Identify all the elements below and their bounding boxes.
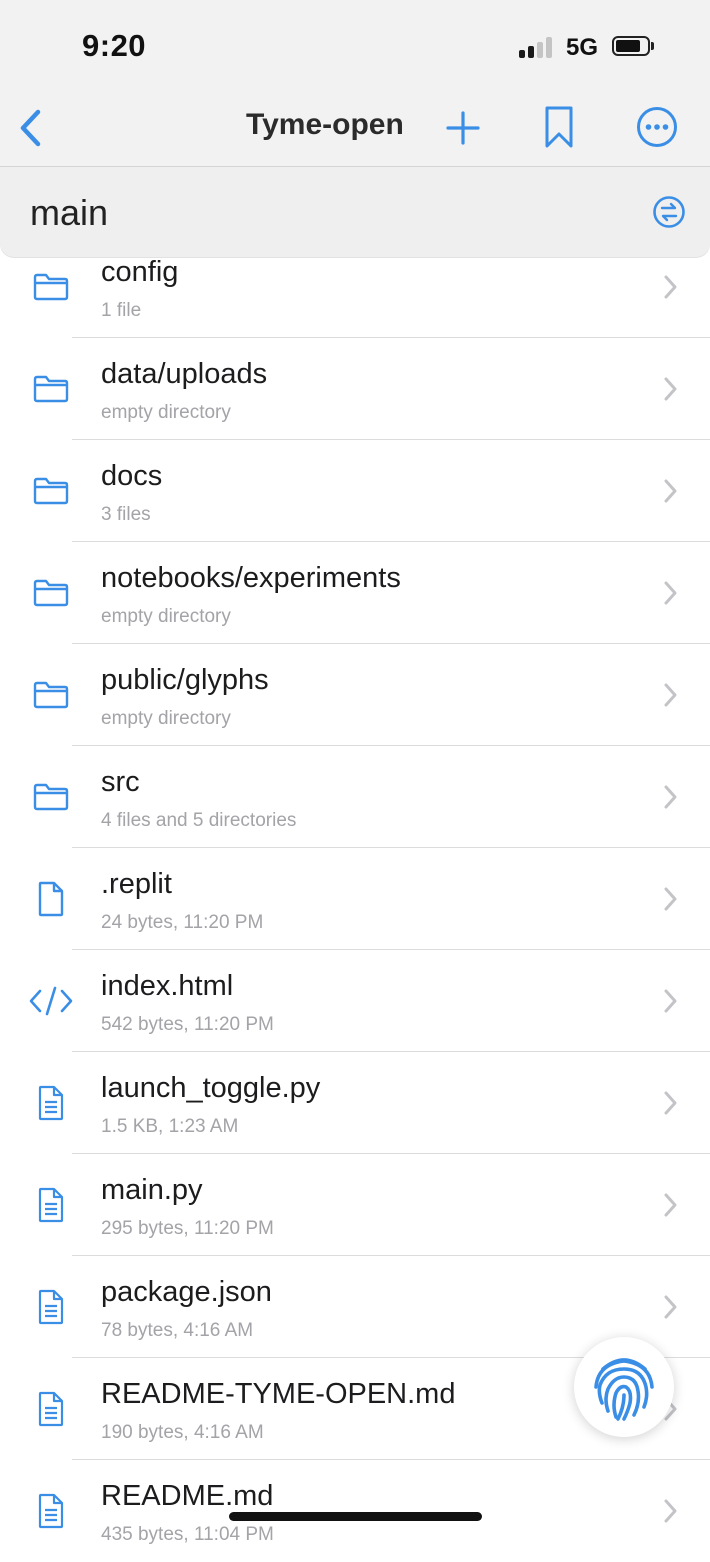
- more-button[interactable]: [634, 104, 680, 150]
- status-time: 9:20: [82, 28, 147, 63]
- file-list-item[interactable]: index.html 542 bytes, 11:20 PM: [0, 950, 710, 1052]
- chevron-right-icon: [662, 682, 678, 713]
- switch-branch-button[interactable]: [652, 195, 686, 234]
- file-list-item[interactable]: notebooks/experiments empty directory: [0, 542, 710, 644]
- file-name: package.json: [101, 1276, 272, 1308]
- chevron-right-icon: [662, 1090, 678, 1121]
- file-list-item[interactable]: .replit 24 bytes, 11:20 PM: [0, 848, 710, 950]
- text-file-icon: [28, 1289, 74, 1325]
- branch-name: main: [30, 192, 109, 233]
- more-icon: [637, 107, 677, 147]
- chevron-right-icon: [662, 1294, 678, 1325]
- folder-icon: [28, 678, 74, 712]
- chevron-right-icon: [662, 784, 678, 815]
- battery-tip: [651, 42, 654, 50]
- folder-icon: [28, 576, 74, 610]
- status-bar: 9:20 5G: [0, 0, 710, 92]
- file-meta: 295 bytes, 11:20 PM: [101, 1218, 274, 1239]
- file-name: .replit: [101, 868, 172, 900]
- navigation-bar: Tyme-open: [0, 92, 710, 167]
- text-file-icon: [28, 1391, 74, 1427]
- file-meta: empty directory: [101, 402, 231, 423]
- chevron-right-icon: [662, 886, 678, 917]
- file-name: index.html: [101, 970, 234, 1002]
- file-list-item[interactable]: launch_toggle.py 1.5 KB, 1:23 AM: [0, 1052, 710, 1154]
- file-meta: 542 bytes, 11:20 PM: [101, 1014, 274, 1035]
- file-name: public/glyphs: [101, 664, 269, 696]
- chevron-right-icon: [662, 1192, 678, 1223]
- battery-icon: [612, 36, 650, 56]
- code-icon: [28, 984, 74, 1018]
- file-meta: 435 bytes, 11:04 PM: [101, 1524, 274, 1545]
- file-list-item[interactable]: README.md 435 bytes, 11:04 PM: [0, 1460, 710, 1562]
- file-meta: 1 file: [101, 300, 142, 321]
- signal-icon: [519, 36, 555, 58]
- text-file-icon: [28, 1085, 74, 1121]
- plus-icon: [446, 111, 480, 145]
- file-meta: empty directory: [101, 708, 231, 729]
- file-list-item[interactable]: src 4 files and 5 directories: [0, 746, 710, 848]
- chevron-left-icon: [20, 109, 41, 147]
- back-button[interactable]: [10, 106, 50, 150]
- text-file-icon: [28, 1187, 74, 1223]
- file-meta: 4 files and 5 directories: [101, 810, 297, 831]
- file-list-item[interactable]: docs 3 files: [0, 440, 710, 542]
- file-name: notebooks/experiments: [101, 562, 401, 594]
- file-name: docs: [101, 460, 163, 492]
- file-name: data/uploads: [101, 358, 268, 390]
- bookmark-icon: [545, 106, 573, 148]
- file-name: launch_toggle.py: [101, 1072, 321, 1104]
- folder-icon: [28, 372, 74, 406]
- file-meta: 190 bytes, 4:16 AM: [101, 1422, 264, 1443]
- chevron-right-icon: [662, 274, 678, 305]
- file-meta: 3 files: [101, 504, 151, 525]
- folder-icon: [28, 270, 74, 304]
- repository-title: Tyme-open: [246, 108, 404, 141]
- switch-branch-icon: [653, 196, 685, 228]
- file-meta: 1.5 KB, 1:23 AM: [101, 1116, 239, 1137]
- chevron-right-icon: [662, 988, 678, 1019]
- chevron-right-icon: [662, 1498, 678, 1529]
- file-name: main.py: [101, 1174, 203, 1206]
- file-list-item[interactable]: data/uploads empty directory: [0, 338, 710, 440]
- file-meta: 78 bytes, 4:16 AM: [101, 1320, 254, 1341]
- branch-selector[interactable]: main: [0, 167, 710, 257]
- file-name: config: [101, 256, 179, 288]
- bookmark-button[interactable]: [538, 102, 580, 152]
- file-list-item[interactable]: public/glyphs empty directory: [0, 644, 710, 746]
- chevron-right-icon: [662, 376, 678, 407]
- fingerprint-button[interactable]: [574, 1337, 674, 1437]
- file-meta: 24 bytes, 11:20 PM: [101, 912, 264, 933]
- folder-icon: [28, 780, 74, 814]
- text-file-icon: [28, 1493, 74, 1529]
- file-name: README-TYME-OPEN.md: [101, 1378, 456, 1410]
- add-button[interactable]: [442, 106, 484, 150]
- file-list-item[interactable]: main.py 295 bytes, 11:20 PM: [0, 1154, 710, 1256]
- file-icon: [28, 881, 74, 917]
- folder-icon: [28, 474, 74, 508]
- network-label: 5G: [566, 34, 599, 61]
- chevron-right-icon: [662, 478, 678, 509]
- file-name: README.md: [101, 1480, 274, 1512]
- file-name: src: [101, 766, 140, 798]
- file-meta: empty directory: [101, 606, 231, 627]
- home-indicator: [229, 1512, 482, 1521]
- fingerprint-icon: [594, 1358, 654, 1421]
- chevron-right-icon: [662, 580, 678, 611]
